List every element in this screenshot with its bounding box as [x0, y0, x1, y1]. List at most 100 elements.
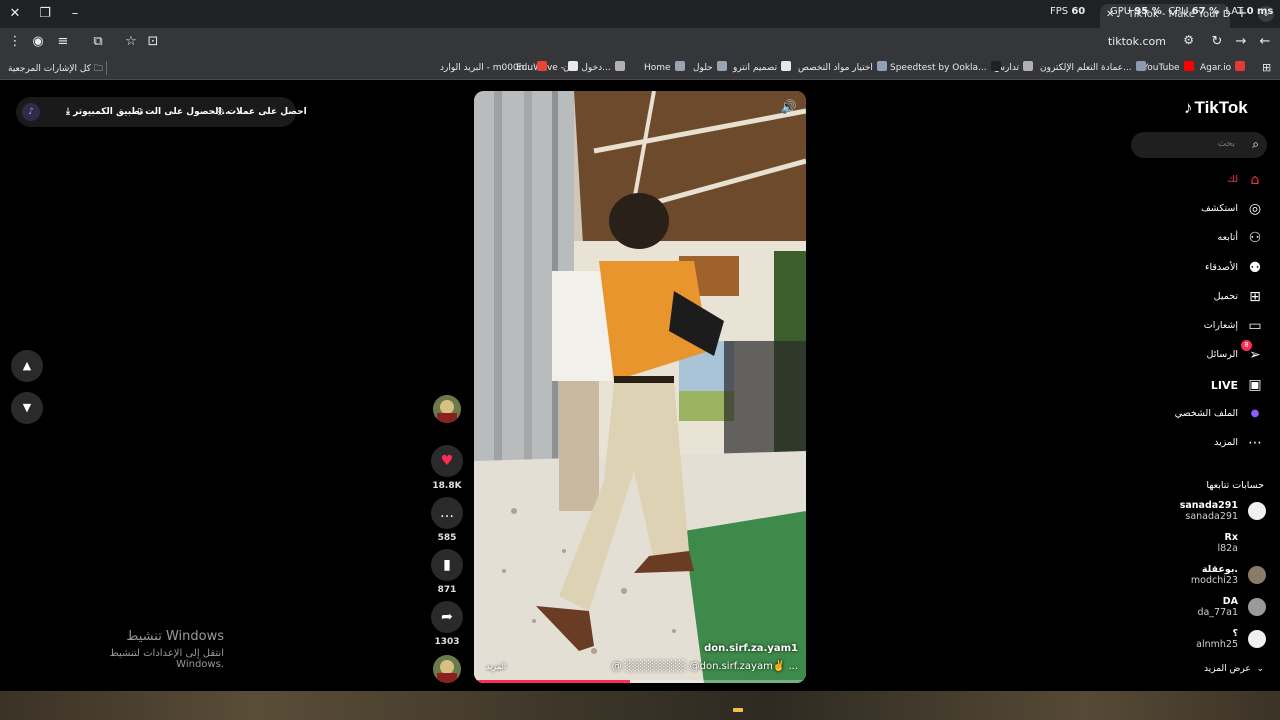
save-button[interactable]: ▮ — [431, 549, 463, 581]
sidebar-item-following[interactable]: أتابعه ⚇ — [1130, 228, 1266, 250]
following-account-item[interactable]: sanada291 sanada291 — [1140, 500, 1266, 524]
media-icon[interactable]: ≡ — [54, 33, 72, 51]
music-disc-image — [433, 655, 461, 683]
close-window-button[interactable]: ✕ — [4, 4, 26, 24]
previous-video-button[interactable]: ▲ — [11, 350, 43, 382]
share-button[interactable]: ➦ — [431, 601, 463, 633]
minimize-window-button[interactable]: – — [64, 4, 86, 24]
profile-icon: ● — [1250, 408, 1260, 419]
cpu-label: CPU — [1168, 6, 1189, 17]
volume-icon[interactable]: 🔊 — [780, 99, 798, 117]
restore-window-button[interactable]: ❐ — [34, 4, 56, 24]
creator-avatar[interactable] — [433, 395, 461, 423]
avatar — [1248, 598, 1266, 616]
sidebar-item-activity[interactable]: إشعارات ▭ — [1130, 316, 1266, 338]
tiktok-page: ♪ ⤓ تطبيق الكمبيوتر ▯ الحصول على الت... … — [0, 81, 1280, 691]
bookmark-item[interactable]: عمادة التعلم الإلكترون... — [1040, 61, 1146, 73]
tiktok-logo[interactable]: ♪ TikTok — [1184, 98, 1248, 118]
all-bookmarks-button[interactable]: كل الإشارات المرجعية 🗀 — [8, 61, 103, 77]
account-handle: da_77a1 — [1197, 607, 1238, 618]
following-account-item[interactable]: DA da_77a1 — [1140, 596, 1266, 620]
get-coins-button[interactable]: ◎ احصل على عملات — [216, 107, 307, 117]
friends-icon: ⚉ — [1248, 260, 1262, 276]
apps-grid-icon[interactable]: ⊞ — [1262, 61, 1271, 74]
bookmark-item[interactable]: اختيار مواد التخصص — [798, 61, 887, 73]
bookmark-label: تصميم انترو — [733, 63, 778, 73]
perf-gpu: GPU 95 % CPU 67 % LAT 0 ms — [1110, 6, 1273, 17]
following-account-item[interactable]: ؟ alnmh25 — [1140, 628, 1266, 652]
promo-bar: ♪ ⤓ تطبيق الكمبيوتر ▯ الحصول على الت... … — [16, 97, 307, 127]
video-username[interactable]: don.sirf.za.yam1 — [704, 643, 798, 654]
caption-more-link[interactable]: المزيد — [486, 662, 506, 671]
bookmark-favicon-icon — [1135, 61, 1146, 71]
bookmark-item[interactable]: البريد الوارد - m000n... — [440, 61, 547, 73]
account-handle: alnmh25 — [1196, 639, 1238, 650]
sidebar-item-messages[interactable]: الرسائل ➢ 8 — [1130, 340, 1266, 367]
music-disc[interactable] — [433, 655, 461, 683]
comment-button[interactable]: … — [431, 497, 463, 529]
video-progress-bar[interactable] — [474, 680, 806, 683]
search-input[interactable]: بحث ⌕ — [1131, 132, 1267, 158]
get-desktop-app-button[interactable]: ⤓ تطبيق الكمبيوتر — [66, 107, 144, 117]
address-bar[interactable]: tiktok.com ⚙ — [170, 31, 1200, 53]
bookmark-item[interactable]: Home — [644, 61, 685, 73]
url-text[interactable]: tiktok.com — [1108, 35, 1166, 48]
profile-icon[interactable]: ◉ — [29, 33, 47, 51]
kebab-menu-icon[interactable]: ⋮ — [6, 33, 24, 51]
taskbar-app-icon[interactable] — [733, 708, 743, 712]
sidebar-item-label: المزيد — [1214, 437, 1238, 448]
bookmark-label: اختيار مواد التخصص — [798, 63, 873, 73]
bookmark-label: Agar.io — [1200, 63, 1232, 73]
install-app-icon[interactable]: ⊡ — [144, 33, 162, 51]
bookmark-item[interactable]: Speedtest by Ookla... — [890, 61, 1001, 73]
following-account-item[interactable]: Rx l82a — [1140, 532, 1266, 556]
video-player[interactable]: 🔊 don.sirf.za.yam1 @ ░░░░░░░░ @don.sirf.… — [474, 91, 806, 683]
bookmark-item[interactable]: YouTube — [1143, 61, 1194, 73]
video-caption: @ ░░░░░░░░ @don.sirf.zayam✌️ ... — [611, 661, 798, 672]
extensions-icon[interactable]: ⧉ — [89, 33, 107, 51]
like-button[interactable]: ♥ — [431, 445, 463, 477]
following-account-item[interactable]: بوعقلة. modchi23 — [1140, 564, 1266, 588]
creator-avatar-image — [433, 395, 461, 423]
bookmark-favicon-icon — [781, 61, 792, 71]
following-accounts-title: حسابات تتابعها — [1206, 480, 1264, 491]
reload-icon[interactable]: ↻ — [1208, 33, 1226, 51]
browser-titlebar: ✕ ❐ – FPS 60 ✕ ♪ TikTok - Make Your Day … — [0, 0, 1280, 28]
sidebar-item-upload[interactable]: تحميل ⊞ — [1130, 287, 1266, 309]
sidebar-item-friends[interactable]: الأصدقاء ⚉ — [1130, 258, 1266, 280]
sidebar-item-profile[interactable]: الملف الشخصي ● — [1130, 404, 1266, 426]
account-name: ؟ — [1232, 628, 1238, 639]
bookmark-item[interactable]: حلول — [693, 61, 727, 73]
bookmark-item[interactable]: تصميم انترو — [733, 61, 792, 73]
share-count: 1303 — [434, 637, 460, 647]
sidebar-item-for-you[interactable]: لك ⌂ — [1130, 170, 1266, 192]
activation-title: تنشيط Windows — [126, 629, 224, 644]
sidebar-item-more[interactable]: المزيد ⋯ — [1130, 433, 1266, 455]
bookmark-favicon-icon — [614, 61, 625, 71]
tiktok-note-icon: ♪ — [1184, 98, 1193, 117]
explore-icon: ◎ — [1248, 201, 1262, 217]
bookmark-icon: ▮ — [443, 557, 451, 573]
see-more-button[interactable]: عرض المزيد ⌄ — [1204, 664, 1264, 674]
live-icon: ▣ — [1248, 377, 1262, 393]
bookmark-star-icon[interactable]: ☆ — [122, 33, 140, 51]
forward-icon[interactable]: ← — [1256, 33, 1274, 51]
sidebar-item-explore[interactable]: استكشف ◎ — [1130, 199, 1266, 221]
bookmark-item[interactable]: Agar.io — [1200, 61, 1246, 73]
windows-activation-watermark: تنشيط Windows انتقل إلى الإعدادات لتنشيط… — [64, 629, 224, 670]
sidebar-item-label: الملف الشخصي — [1174, 408, 1238, 419]
chevron-down-icon: ⌄ — [1253, 664, 1264, 674]
sidebar-item-live[interactable]: LIVE ▣ — [1130, 375, 1266, 397]
gpu-label: GPU — [1110, 6, 1132, 17]
upload-icon: ⊞ — [1249, 289, 1261, 305]
bookmark-favicon-icon — [536, 61, 547, 71]
search-icon[interactable]: ⌕ — [1252, 137, 1259, 152]
sidebar-item-label: لك — [1227, 174, 1238, 185]
next-video-button[interactable]: ▼ — [11, 392, 43, 424]
bookmark-label: Home — [644, 63, 671, 73]
site-settings-icon[interactable]: ⚙ — [1183, 33, 1194, 47]
logo-text: TikTok — [1194, 98, 1248, 117]
video-actions: ♥ 18.8K … 585 ▮ 871 ➦ 1303 — [429, 395, 465, 685]
perf-overlay: FPS 60 — [1050, 6, 1097, 17]
back-icon[interactable]: → — [1232, 33, 1250, 51]
